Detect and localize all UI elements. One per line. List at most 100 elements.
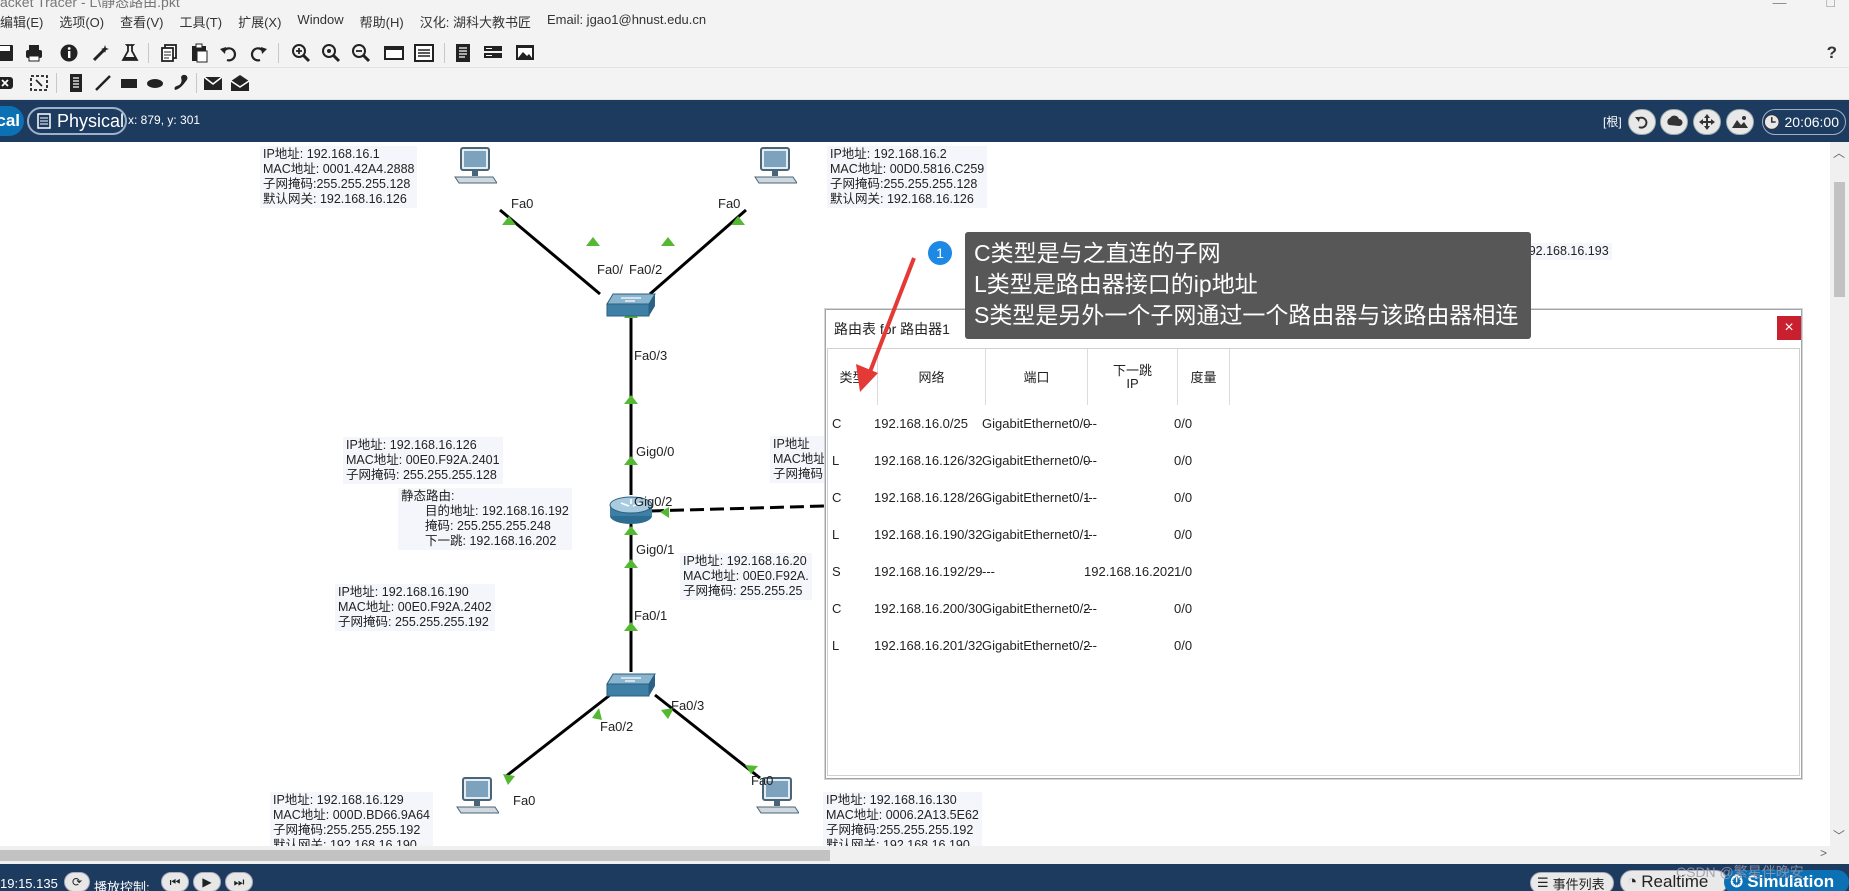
route-metric-cell: 0/0 — [1174, 601, 1193, 616]
minimize-icon[interactable]: — — [1773, 0, 1787, 10]
switch2-device[interactable] — [605, 672, 657, 701]
rectangle-window-icon[interactable] — [383, 42, 405, 64]
route-network-cell: 192.168.16.201/32 — [874, 638, 983, 653]
route-type-cell: S — [832, 564, 841, 579]
router-port-gig01: Gig0/1 — [636, 542, 675, 557]
save-icon[interactable] — [0, 42, 16, 64]
cluster-icon[interactable] — [1660, 109, 1688, 135]
step-forward-icon[interactable]: ⏭ — [225, 872, 253, 891]
palette-icon[interactable] — [413, 42, 435, 64]
ellipse-icon[interactable] — [144, 72, 166, 94]
pdu-icon[interactable] — [482, 42, 504, 64]
header-type[interactable]: 类型 — [828, 349, 878, 405]
clock-button[interactable]: 20:06:00 — [1762, 109, 1846, 135]
router-g00-info-note[interactable]: IP地址: 192.168.16.126 MAC地址: 00E0.F92A.24… — [343, 437, 503, 484]
route-next-hop-cell: --- — [1084, 453, 1097, 468]
redo-icon[interactable] — [247, 42, 269, 64]
complex-pdu-icon[interactable] — [229, 72, 251, 94]
route-next-hop-cell: --- — [1084, 638, 1097, 653]
print-icon[interactable] — [23, 42, 45, 64]
delete-icon[interactable] — [0, 72, 16, 94]
info-icon[interactable] — [58, 42, 80, 64]
cursor-coordinates: x: 879, y: 301 — [128, 113, 201, 127]
rect-icon[interactable] — [118, 72, 140, 94]
menu-edit[interactable]: 编辑(E) — [0, 12, 43, 31]
wizard-icon[interactable] — [90, 42, 112, 64]
menu-options[interactable]: 选项(O) — [59, 12, 104, 31]
routing-table-window[interactable]: 路由表 for 路由器1 × 类型 网络 端口 下一跳 IP 度量 C 192.1… — [825, 309, 1802, 779]
line-icon[interactable] — [92, 72, 114, 94]
scroll-up-icon[interactable]: ︿ — [1833, 144, 1845, 161]
pc2-info-note[interactable]: IP地址: 192.168.16.2 MAC地址: 00D0.5816.C259… — [827, 146, 988, 208]
note-line: IP地址 — [773, 437, 810, 451]
maximize-icon[interactable]: □ — [1827, 0, 1835, 10]
header-metric[interactable]: 度量 — [1178, 349, 1230, 405]
screenshot-icon[interactable] — [514, 42, 536, 64]
annotation-line-c: C类型是与之直连的子网 — [974, 240, 1221, 266]
move-icon[interactable] — [1693, 109, 1721, 135]
router-port-gig02: Gig0/2 — [634, 494, 673, 509]
logical-tab[interactable]: ical — [0, 106, 24, 136]
scroll-right-icon[interactable]: > — [1820, 846, 1827, 860]
horizontal-scroll-thumb[interactable] — [0, 850, 830, 861]
lab-icon[interactable] — [119, 42, 141, 64]
root-label[interactable]: [根] — [1603, 113, 1622, 130]
close-icon[interactable]: × — [1777, 316, 1801, 340]
workspace-bar: ical Physical x: 879, y: 301 [根] 20:06:0… — [0, 100, 1849, 142]
note-line: IP地址: 192.168.16.130 — [826, 793, 957, 807]
pc1-info-note[interactable]: IP地址: 192.168.16.1 MAC地址: 0001.42A4.2888… — [260, 146, 418, 208]
undo-icon[interactable] — [218, 42, 240, 64]
help-button[interactable]: ? — [1827, 43, 1837, 63]
background-image-icon[interactable] — [1726, 109, 1754, 135]
header-port[interactable]: 端口 — [986, 349, 1088, 405]
partial-info-note[interactable]: IP地址 MAC地址 子网掩码 — [770, 436, 829, 483]
header-network[interactable]: 网络 — [878, 349, 986, 405]
vertical-scrollbar[interactable]: ︿ ﹀ — [1830, 142, 1849, 846]
vertical-scroll-thumb[interactable] — [1834, 182, 1845, 297]
step-back-icon[interactable]: ⏮ — [161, 872, 189, 891]
pc4-port-label: Fa0 — [751, 773, 774, 788]
scroll-down-icon[interactable]: ﹀ — [1833, 827, 1845, 844]
copy-icon[interactable] — [158, 42, 180, 64]
horizontal-scrollbar[interactable]: > — [0, 846, 1849, 864]
pc3-device[interactable] — [455, 777, 500, 818]
physical-tab[interactable]: Physical — [27, 107, 127, 135]
zoom-out-icon[interactable] — [350, 42, 372, 64]
zoom-reset-icon[interactable] — [320, 42, 342, 64]
back-icon[interactable] — [1628, 109, 1656, 135]
simple-pdu-icon[interactable] — [202, 72, 224, 94]
power-cycle-icon[interactable]: ⟳ — [64, 872, 90, 891]
note-line: MAC地址: 00E0.F92A. — [683, 569, 809, 583]
table-row: S 192.168.16.192/29 --- 192.168.16.202 1/0 — [828, 555, 1288, 592]
pc1-device[interactable] — [453, 147, 498, 188]
menu-view[interactable]: 查看(V) — [120, 12, 163, 31]
pc3-info-note[interactable]: IP地址: 192.168.16.129 MAC地址: 000D.BD66.9A… — [270, 792, 434, 846]
select-icon[interactable] — [28, 72, 50, 94]
header-next-hop[interactable]: 下一跳 IP — [1088, 349, 1178, 405]
note-line: IP地址: 192.168.16.1 — [263, 147, 380, 161]
switch1-device[interactable] — [605, 292, 657, 321]
note-icon[interactable] — [65, 72, 87, 94]
pc4-info-note[interactable]: IP地址: 192.168.16.130 MAC地址: 0006.2A13.5E… — [823, 792, 982, 846]
zoom-in-icon[interactable] — [290, 42, 312, 64]
menu-tools[interactable]: 工具(T) — [179, 12, 222, 31]
router-g02-info-note[interactable]: IP地址: 192.168.16.20 MAC地址: 00E0.F92A. 子网… — [680, 553, 812, 600]
menu-help[interactable]: 帮助(H) — [360, 12, 404, 31]
pc2-device[interactable] — [753, 147, 798, 188]
freeform-icon[interactable] — [170, 72, 192, 94]
switch2-port-label-1: Fa0/1 — [634, 608, 668, 623]
event-list-button[interactable]: ☰ 事件列表 — [1530, 872, 1614, 891]
router-g01-info-note[interactable]: IP地址: 192.168.16.190 MAC地址: 00E0.F92A.24… — [335, 584, 495, 631]
note-line: MAC地址: 000D.BD66.9A64 — [273, 808, 431, 822]
play-icon[interactable]: ▶ — [193, 872, 221, 891]
switch1-port-label-2: Fa0/2 — [629, 262, 663, 277]
static-route-note[interactable]: 静态路由: 目的地址: 192.168.16.192 掩码: 255.255.2… — [398, 488, 572, 550]
paste-icon[interactable] — [188, 42, 210, 64]
note-line: MAC地址: 0001.42A4.2888 — [263, 162, 415, 176]
menu-extensions[interactable]: 扩展(X) — [238, 12, 281, 31]
menu-email: Email: jgao1@hnust.edu.cn — [546, 12, 707, 27]
link-pc1-switch1 — [499, 208, 601, 296]
menu-window[interactable]: Window — [297, 12, 343, 31]
physical-icon — [37, 113, 51, 129]
notes-icon[interactable] — [452, 42, 474, 64]
